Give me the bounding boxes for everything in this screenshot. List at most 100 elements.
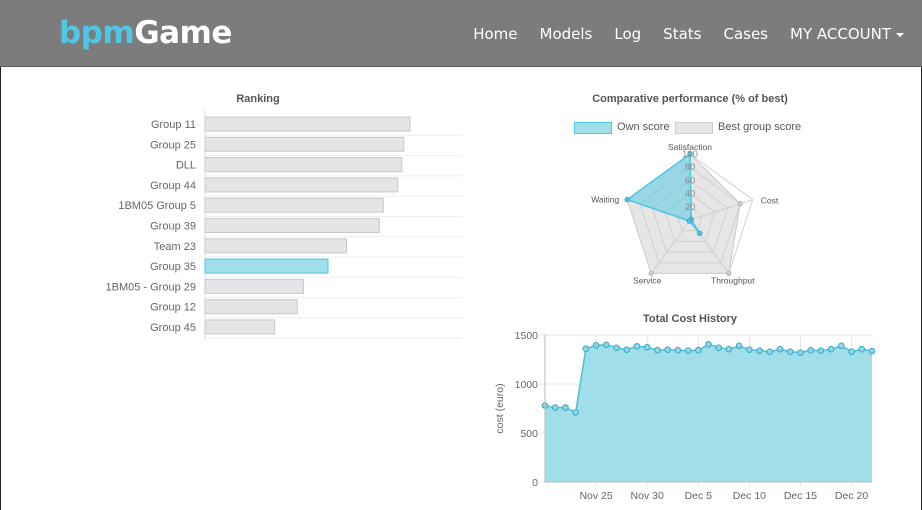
- cost-history-chart: 0 500 1000 1500 Nov 25 Nov 30 Dec 5 Dec 10 Dec 1…: [494, 330, 876, 502]
- radar-own-point: [696, 230, 703, 237]
- cost-data-point: [582, 345, 590, 353]
- top-navbar: bpmGame Home Models Log Stats Cases MY A…: [0, 0, 922, 67]
- radar-axis-label: Service: [633, 275, 662, 285]
- cost-data-point: [613, 344, 620, 352]
- cost-data-point: [705, 341, 712, 348]
- cost-data-point: [654, 346, 661, 354]
- ranking-category-label: Group 12: [150, 302, 196, 314]
- nav-models[interactable]: Models: [540, 25, 593, 43]
- ranking-bar: [204, 136, 405, 152]
- cost-data-point: [715, 344, 723, 352]
- cost-x-tick-label: Nov 25: [579, 490, 612, 502]
- ranking-bar: [204, 218, 380, 233]
- nav-cases[interactable]: Cases: [723, 25, 768, 43]
- cost-data-point: [756, 347, 763, 354]
- cost-data-point: [674, 346, 682, 354]
- ranking-category-label: 1BM05 Group 5: [118, 200, 196, 212]
- cost-data-point: [572, 409, 579, 416]
- radar-own-point: [624, 196, 630, 203]
- main-nav: Home Models Log Stats Cases MY ACCOUNT: [451, 25, 904, 43]
- ranking-category-label: Group 25: [150, 139, 196, 151]
- radar-tick-label: 60: [685, 175, 696, 186]
- ranking-bar: [204, 319, 276, 335]
- cost-data-point: [848, 348, 855, 355]
- cost-data-point: [664, 346, 671, 354]
- brand-logo[interactable]: bpmGame: [59, 14, 232, 52]
- ranking-bar: [204, 278, 304, 294]
- cost-data-point: [725, 345, 733, 353]
- cost-data-point: [807, 346, 814, 354]
- cost-data-point: [623, 346, 631, 354]
- ranking-category-label: Group 44: [150, 180, 196, 192]
- ranking-chart: Group 11 Group 25 DLL Group 44 1BM05 Group 5…: [106, 110, 462, 340]
- cost-data-point: [797, 349, 804, 356]
- cost-data-point: [858, 345, 866, 353]
- nav-home[interactable]: Home: [473, 25, 517, 43]
- cost-data-point: [694, 346, 702, 354]
- radar-axis-label: Cost: [761, 196, 779, 206]
- cost-x-tick-label: Dec 5: [685, 490, 713, 502]
- cost-data-point: [868, 347, 876, 355]
- radar-axis-label: Satisfaction: [668, 142, 712, 152]
- caret-down-icon: [896, 32, 904, 37]
- cost-area-fill: [545, 344, 872, 482]
- radar-chart: 20406080100SatisfactionCostThroughputSer…: [591, 142, 779, 285]
- radar-tick-label: 40: [685, 189, 696, 200]
- cost-history-title: Total Cost History: [643, 313, 737, 325]
- nav-stats[interactable]: Stats: [663, 25, 701, 43]
- cost-data-point: [776, 345, 784, 353]
- radar-own-point: [686, 218, 692, 224]
- cost-y-tick-label: 0: [532, 477, 538, 489]
- ranking-category-label: Group 45: [150, 322, 196, 334]
- ranking-category-label: Group 11: [151, 119, 196, 131]
- brand-part-game: Game: [134, 15, 232, 51]
- cost-x-tick-label: Dec 20: [835, 490, 868, 502]
- ranking-category-label: Team 23: [154, 241, 196, 253]
- ranking-category-label: 1BM05 - Group 29: [106, 281, 197, 293]
- ranking-bar: [204, 299, 298, 315]
- legend-swatch-own-score: [574, 122, 612, 134]
- radar-tick-label: 80: [685, 162, 696, 173]
- ranking-title: Ranking: [236, 93, 280, 105]
- ranking-bar: [204, 197, 384, 213]
- radar-best-point: [737, 200, 743, 207]
- cost-data-point: [766, 348, 774, 355]
- cost-data-point: [684, 347, 692, 354]
- cost-y-tick-label: 1000: [515, 379, 539, 391]
- cost-x-tick-label: Dec 15: [784, 490, 817, 502]
- radar-title: Comparative performance (% of best): [592, 93, 788, 105]
- ranking-bar: [204, 116, 411, 132]
- cost-data-point: [838, 342, 845, 350]
- legend-label-own-score: Own score: [617, 121, 670, 133]
- ranking-bar: [204, 157, 403, 173]
- cost-y-tick-label: 1500: [515, 330, 539, 342]
- cost-data-point: [633, 342, 641, 350]
- cost-data-point: [562, 404, 569, 411]
- cost-y-tick-label: 500: [520, 428, 538, 440]
- cost-data-point: [827, 345, 835, 353]
- ranking-category-label: DLL: [176, 160, 196, 172]
- nav-log[interactable]: Log: [614, 25, 641, 43]
- radar-tick-label: 20: [685, 202, 696, 213]
- cost-data-point: [643, 343, 651, 351]
- cost-y-axis-label: cost (euro): [494, 383, 506, 433]
- brand-part-bpm: bpm: [59, 15, 135, 51]
- cost-data-point: [592, 341, 600, 349]
- legend-swatch-best-score: [675, 122, 713, 134]
- ranking-bar: [204, 238, 347, 254]
- radar-axis-label: Waiting: [591, 195, 619, 205]
- cost-x-tick-label: Dec 10: [733, 490, 766, 502]
- ranking-bar: [204, 258, 329, 274]
- legend-label-best-score: Best group score: [718, 121, 802, 133]
- my-account-label: MY ACCOUNT: [790, 25, 891, 43]
- cost-data-point: [603, 341, 610, 349]
- cost-data-point: [735, 342, 743, 350]
- ranking-category-label: Group 35: [150, 261, 196, 273]
- cost-data-point: [817, 347, 825, 354]
- nav-my-account[interactable]: MY ACCOUNT: [790, 25, 904, 43]
- cost-data-point: [746, 346, 753, 354]
- radar-legend: Own score Best group score: [574, 121, 834, 136]
- ranking-category-label: Group 39: [150, 221, 196, 233]
- cost-x-tick-label: Nov 30: [631, 490, 664, 502]
- cost-data-point: [786, 348, 794, 355]
